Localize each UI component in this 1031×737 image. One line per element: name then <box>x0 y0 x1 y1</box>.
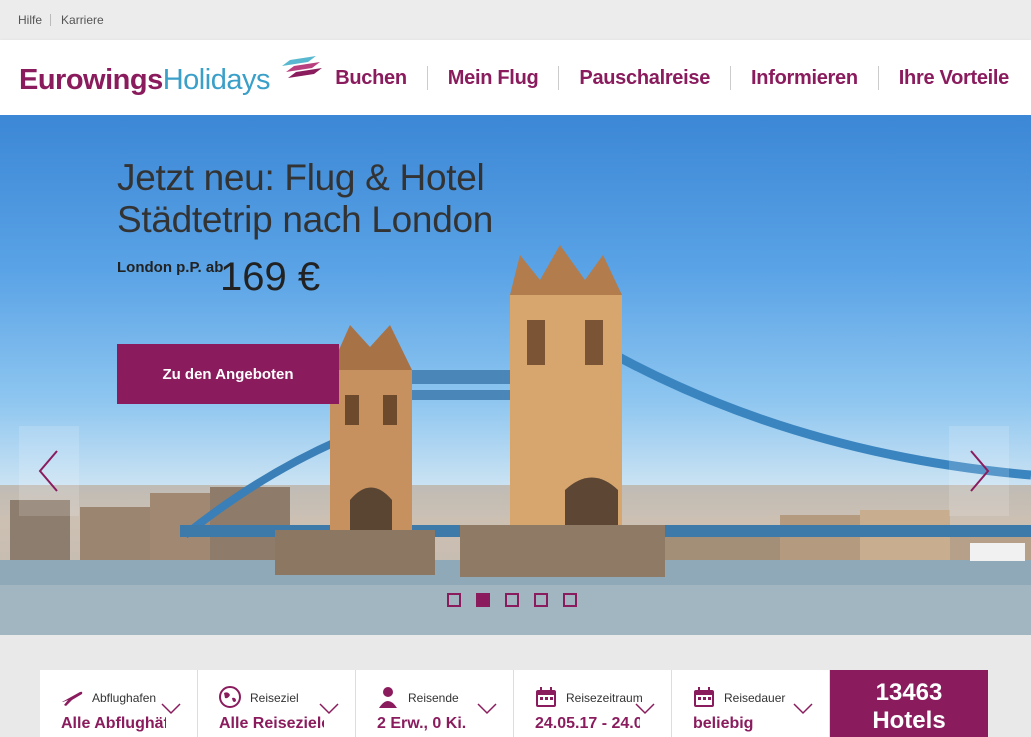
traveler-icon <box>379 687 397 708</box>
hero-title: Jetzt neu: Flug & Hotel Städtetrip nach … <box>117 157 493 241</box>
hero-price: 169 € <box>220 255 321 299</box>
brand-name-secondary: Holidays <box>162 64 271 96</box>
hotels-label: Hotels <box>872 707 946 734</box>
brand-name-primary: Eurowings <box>19 64 163 96</box>
calendar-icon <box>536 687 556 707</box>
field-value: 24.05.17 - 24.0 <box>535 715 640 732</box>
chevron-right-icon <box>970 450 990 492</box>
carousel-dot-active[interactable] <box>476 593 490 607</box>
field-value: Alle Reiseziele <box>219 715 324 732</box>
nav-informieren[interactable]: Informieren <box>731 67 878 90</box>
search-bar: Abflughafen Alle Abflughäfe Reiseziel Al… <box>40 670 988 737</box>
travel-duration-field[interactable]: Reisedauer beliebig <box>672 670 830 737</box>
field-value: 2 Erw., 0 Ki. <box>377 715 467 732</box>
hotels-count: 13463 <box>875 679 943 706</box>
offers-button[interactable]: Zu den Angeboten <box>117 344 339 404</box>
chevron-down-icon <box>319 703 339 715</box>
carousel-dot[interactable] <box>534 593 548 607</box>
chevron-down-icon <box>635 703 655 715</box>
chevron-down-icon <box>477 703 497 715</box>
globe-icon <box>219 686 241 708</box>
calendar-icon <box>694 687 714 707</box>
carousel-dot[interactable] <box>505 593 519 607</box>
nav-buchen[interactable]: Buchen <box>315 67 427 90</box>
hotels-search-button[interactable]: 13463 Hotels <box>830 670 988 737</box>
brand-logo[interactable]: EurowingsHolidays <box>19 64 270 97</box>
chevron-left-icon <box>38 450 58 492</box>
plane-icon <box>62 691 83 706</box>
nav-mein-flug[interactable]: Mein Flug <box>428 67 559 90</box>
field-value: Alle Abflughäfe <box>61 715 166 732</box>
hero-title-line2: Städtetrip nach London <box>117 199 494 240</box>
utility-divider <box>50 14 52 26</box>
nav-ihre-vorteile[interactable]: Ihre Vorteile <box>879 67 1031 90</box>
carousel-dot[interactable] <box>447 593 461 607</box>
site-header: EurowingsHolidays Buchen Mein Flug Pausc… <box>0 40 1031 115</box>
chevron-down-icon <box>161 703 181 715</box>
main-nav: Buchen Mein Flug Pauschalreise Informier… <box>315 66 1031 90</box>
carousel-dot[interactable] <box>563 593 577 607</box>
chevron-down-icon <box>793 703 813 715</box>
hero-price-label: London p.P. ab <box>117 259 224 276</box>
field-value: beliebig <box>693 715 754 732</box>
departure-airport-field[interactable]: Abflughafen Alle Abflughäfe <box>40 670 198 737</box>
hero-banner: Jetzt neu: Flug & Hotel Städtetrip nach … <box>0 115 1031 635</box>
destination-field[interactable]: Reiseziel Alle Reiseziele <box>198 670 356 737</box>
nav-pauschalreise[interactable]: Pauschalreise <box>559 67 730 90</box>
carousel-prev-button[interactable] <box>19 426 79 516</box>
help-link[interactable]: Hilfe <box>18 13 42 27</box>
utility-bar: Hilfe Karriere <box>0 0 1031 40</box>
travel-period-field[interactable]: Reisezeitraum 24.05.17 - 24.0 <box>514 670 672 737</box>
carousel-next-button[interactable] <box>949 426 1009 516</box>
careers-link[interactable]: Karriere <box>61 13 104 27</box>
carousel-indicators <box>447 593 577 607</box>
travelers-field[interactable]: Reisende 2 Erw., 0 Ki. <box>356 670 514 737</box>
hero-title-line1: Jetzt neu: Flug & Hotel <box>117 157 485 198</box>
